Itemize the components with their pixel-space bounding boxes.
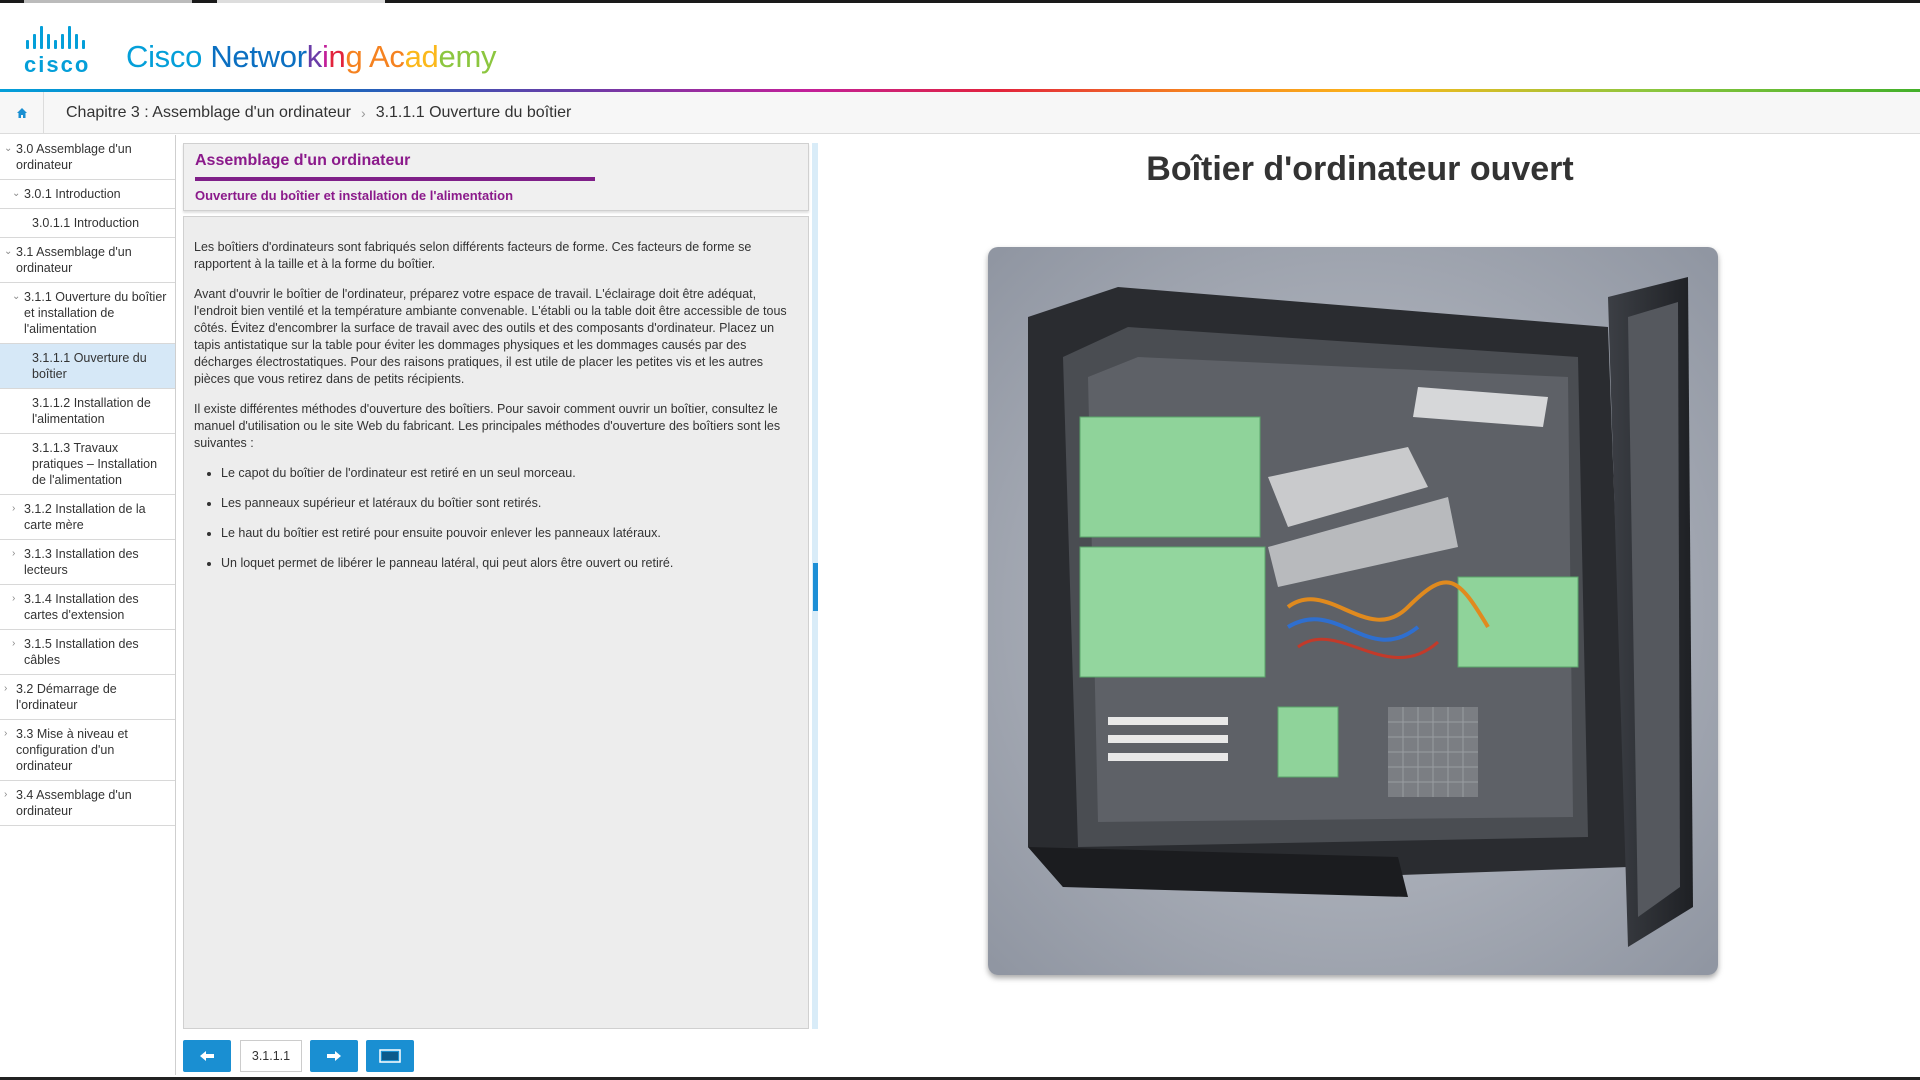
sidebar-item-label: 3.0 Assemblage d'un ordinateur [16,142,132,172]
sidebar-item[interactable]: 3.1.1.3 Travaux pratiques – Installation… [0,434,175,495]
sidebar-item[interactable]: 3.1.1.1 Ouverture du boîtier [0,344,175,389]
content-panel: Assemblage d'un ordinateur Ouverture du … [183,143,809,1029]
brand-segment: ad [404,39,439,74]
next-page-button[interactable] [310,1040,358,1072]
chevron-right-icon: › [4,683,8,694]
list-item: Le capot du boîtier de l'ordinateur est … [221,465,798,482]
sidebar-item-label: 3.1 Assemblage d'un ordinateur [16,245,132,275]
arrow-left-icon [200,1051,214,1061]
chevron-right-icon: › [4,789,8,800]
chevron-right-icon: › [361,105,366,121]
chevron-right-icon: › [12,548,16,559]
sidebar-item[interactable]: › 3.1.5 Installation des câbles [0,630,175,675]
fullscreen-icon [379,1049,401,1063]
brand-segment: Ac [369,39,405,74]
methods-list: Le capot du boîtier de l'ordinateur est … [221,465,798,572]
sidebar-item[interactable]: ⌄ 3.1 Assemblage d'un ordinateur [0,238,175,283]
home-button[interactable] [0,92,44,134]
sidebar-item-label: 3.0.1.1 Introduction [32,216,140,230]
sidebar-item[interactable]: ⌄ 3.0 Assemblage d'un ordinateur [0,135,175,180]
sidebar-item-label: 3.1.5 Installation des câbles [24,637,139,667]
brand-segment: emy [438,39,497,74]
sidebar-item[interactable]: ⌄ 3.0.1 Introduction [0,180,175,209]
brand-segment: i [321,39,329,74]
chevron-down-icon: ⌄ [12,291,21,302]
cisco-wordmark: cisco [24,52,91,77]
home-icon [16,108,27,118]
previous-page-button[interactable] [183,1040,231,1072]
breadcrumb-chapter[interactable]: Chapitre 3 : Assemblage d'un ordinateur [66,104,351,122]
chevron-down-icon: ⌄ [4,143,13,154]
paragraph: Les boîtiers d'ordinateurs sont fabriqué… [194,240,752,271]
chevron-right-icon: › [12,593,16,604]
sidebar-item[interactable]: › 3.1.2 Installation de la carte mère [0,495,175,540]
page-number: 3.1.1.1 [240,1040,302,1072]
paragraph: Avant d'ouvrir le boîtier de l'ordinateu… [194,287,787,386]
sidebar-item-label: 3.4 Assemblage d'un ordinateur [16,788,132,818]
fullscreen-button[interactable] [366,1040,414,1072]
brand-segment: Networ [210,39,307,74]
brand-segment: g [345,39,370,74]
chevron-right-icon: › [4,728,8,739]
chevron-right-icon: › [12,638,16,649]
title-underline [195,177,595,181]
list-item: Le haut du boîtier est retiré pour ensui… [221,525,798,542]
list-item: Un loquet permet de libérer le panneau l… [221,555,798,572]
sidebar-item[interactable]: › 3.2 Démarrage de l'ordinateur [0,675,175,720]
chevron-right-icon: › [12,503,16,514]
brand-segment: n [328,39,346,74]
list-item: Les panneaux supérieur et latéraux du bo… [221,495,798,512]
media-title: Boîtier d'ordinateur ouvert [1146,150,1574,188]
sidebar-item-label: 3.1.1.1 Ouverture du boîtier [32,351,147,381]
panel-scroll-thumb[interactable] [813,563,818,611]
arrow-right-icon [327,1051,341,1061]
content-subtitle: Ouverture du boîtier et installation de … [195,188,514,203]
breadcrumb-page: 3.1.1.1 Ouverture du boîtier [375,104,572,121]
sidebar-item-label: 3.1.3 Installation des lecteurs [24,547,139,577]
sidebar-item-label: 3.1.4 Installation des cartes d'extensio… [24,592,139,622]
computer-case-illustration [1028,277,1693,947]
sidebar-item[interactable]: › 3.1.4 Installation des cartes d'extensi… [0,585,175,630]
sidebar-item-label: 3.1.1 Ouverture du boîtier et installati… [24,290,167,336]
sidebar-item-label: 3.1.1.2 Installation de l'alimentation [32,396,151,426]
sidebar-item[interactable]: › 3.3 Mise à niveau et configuration d'un… [0,720,175,781]
sidebar-item-label: 3.3 Mise à niveau et configuration d'un … [16,727,128,773]
sidebar-item-label: 3.1.2 Installation de la carte mère [24,502,146,532]
open-computer-case-image [988,247,1718,975]
content-body: Les boîtiers d'ordinateurs sont fabriqué… [183,216,809,1029]
cisco-logo: cisco [24,25,106,77]
sidebar-item[interactable]: 3.1.1.2 Installation de l'alimentation [0,389,175,434]
paragraph: Il existe différentes méthodes d'ouvertu… [194,402,781,450]
cisco-bars-icon [26,25,106,49]
sidebar-item-label: 3.2 Démarrage de l'ordinateur [16,682,117,712]
app-header: cisco Cisco Networking Academy [0,3,1920,92]
brand-segment: k [306,39,323,74]
sidebar-item[interactable]: ⌄ 3.1.1 Ouverture du boîtier et installat… [0,283,175,344]
sidebar-item[interactable]: 3.0.1.1 Introduction [0,209,175,238]
breadcrumb-bar: Chapitre 3 : Assemblage d'un ordinateur … [0,92,1920,134]
content-title: Assemblage d'un ordinateur [195,152,411,169]
academy-brand-title: Cisco Networking Academy [126,39,496,75]
breadcrumb: Chapitre 3 : Assemblage d'un ordinateur … [66,92,571,134]
sidebar-item-label: 3.0.1 Introduction [24,187,121,201]
sidebar-item-label: 3.1.1.3 Travaux pratiques – Installation… [32,441,158,487]
sidebar-item[interactable]: › 3.1.3 Installation des lecteurs [0,540,175,585]
brand-segment: Cisco [126,39,211,74]
chevron-down-icon: ⌄ [4,246,13,257]
chevron-down-icon: ⌄ [12,188,21,199]
sidebar-item[interactable]: › 3.4 Assemblage d'un ordinateur [0,781,175,826]
course-outline-sidebar: ⌄ 3.0 Assemblage d'un ordinateur ⌄ 3.0.1 In… [0,135,176,1075]
content-header: Assemblage d'un ordinateur Ouverture du … [183,143,809,211]
